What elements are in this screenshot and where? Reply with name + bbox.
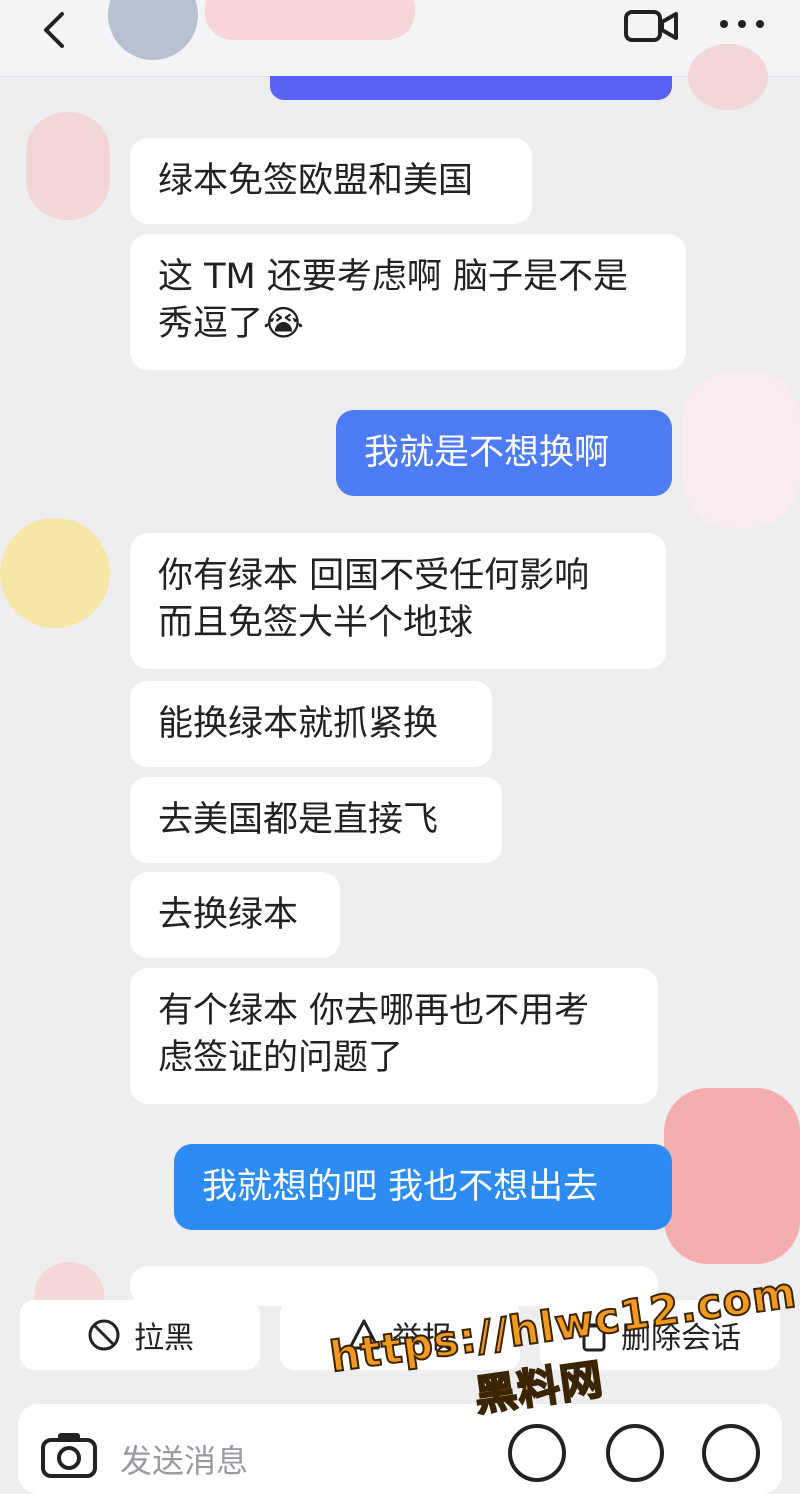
message-bubble[interactable]: 你有绿本 回国不受任何影响 而且免签大半个地球 xyxy=(130,533,666,669)
redaction-sticker xyxy=(205,0,415,40)
more-icon[interactable] xyxy=(716,12,768,36)
block-icon xyxy=(88,1319,120,1351)
block-label: 拉黑 xyxy=(134,1321,194,1356)
camera-icon[interactable] xyxy=(40,1430,98,1480)
message-bubble[interactable]: 有个绿本 你去哪再也不用考 虑签证的问题了 xyxy=(130,968,658,1104)
my-avatar-sticker xyxy=(664,1088,800,1264)
voice-icon[interactable] xyxy=(508,1424,566,1482)
message-bubble-sent[interactable]: 我就想的吧 我也不想出去 xyxy=(174,1144,672,1230)
message-bubble[interactable]: 能换绿本就抓紧换 xyxy=(130,681,492,767)
message-bubble[interactable]: 去换绿本 xyxy=(130,872,340,958)
my-avatar-sticker xyxy=(682,372,800,528)
previous-message-bubble xyxy=(270,76,672,100)
my-avatar xyxy=(688,44,768,110)
contact-avatar-sticker xyxy=(0,518,110,628)
message-bubble[interactable]: 绿本免签欧盟和美国 xyxy=(130,138,532,224)
video-call-icon[interactable] xyxy=(622,6,680,46)
contact-avatar-sticker xyxy=(26,112,110,220)
message-bubble[interactable]: 去美国都是直接飞 xyxy=(130,777,502,863)
emoji-icon[interactable] xyxy=(606,1424,664,1482)
plus-icon[interactable] xyxy=(702,1424,760,1482)
message-bubble-sent[interactable]: 我就是不想换啊 xyxy=(336,410,672,496)
block-button[interactable]: 拉黑 xyxy=(20,1300,260,1370)
message-input[interactable]: 发送消息 xyxy=(120,1436,248,1482)
chat-header xyxy=(0,0,800,77)
message-bubble[interactable]: 这 TM 还要考虑啊 脑子是不是 秀逗了😭 xyxy=(130,234,686,370)
message-input-bar: 发送消息 xyxy=(18,1404,782,1494)
back-arrow-icon[interactable] xyxy=(32,8,76,52)
contact-avatar[interactable] xyxy=(108,0,198,60)
